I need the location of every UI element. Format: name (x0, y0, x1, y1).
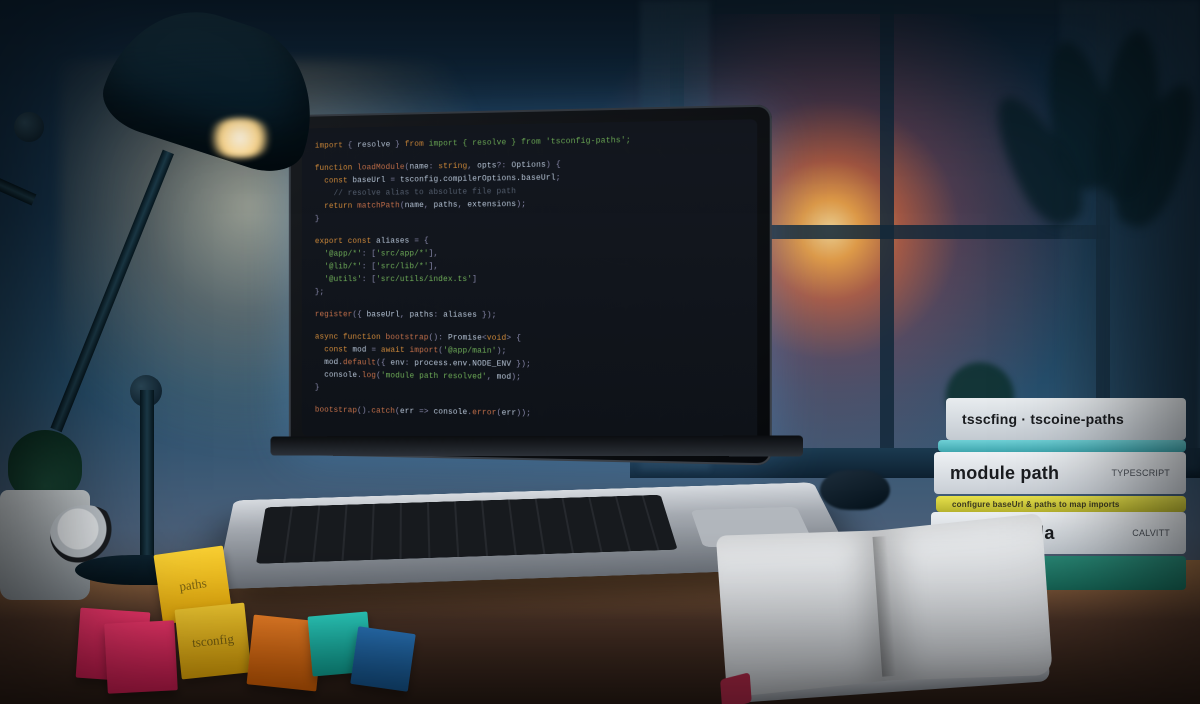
book-spine-upper: module path TYPESCRIPT (934, 452, 1186, 494)
workspace-scene: import { resolve } from import { resolve… (0, 0, 1200, 704)
code-line: import { resolve } from 'tsconfig-paths'… (429, 136, 631, 149)
code-line: // resolve alias to absolute file path (324, 187, 516, 198)
open-notebook (714, 518, 1065, 704)
book-caption: configure baseUrl & paths to map imports (952, 500, 1120, 509)
book-aside: TYPESCRIPT (1111, 468, 1170, 478)
sticky-note (350, 626, 416, 692)
book-title: tsscfing · tscoine-paths (962, 411, 1124, 427)
book-spine-yellow: configure baseUrl & paths to map imports (936, 496, 1186, 512)
laptop: import { resolve } from import { resolve… (238, 110, 798, 610)
book-spine-thin (938, 440, 1186, 452)
tape-roll-icon (50, 505, 120, 565)
keyboard-icon (256, 495, 678, 564)
mouse-icon (820, 470, 890, 510)
plant-large-icon (1010, 30, 1190, 290)
book-spine-top: tsscfing · tscoine-paths (946, 398, 1186, 440)
sticky-note (104, 620, 178, 694)
sticky-notes: paths tsconfig (78, 570, 408, 700)
book-title: module path (950, 463, 1059, 484)
sticky-label: tsconfig (191, 631, 234, 651)
code-editor: import { resolve } from import { resolve… (302, 119, 757, 444)
sticky-note: tsconfig (175, 603, 252, 680)
book-aside: CALVITT (1132, 528, 1170, 538)
sticky-label: paths (178, 575, 207, 595)
laptop-screen: import { resolve } from import { resolve… (289, 105, 772, 466)
